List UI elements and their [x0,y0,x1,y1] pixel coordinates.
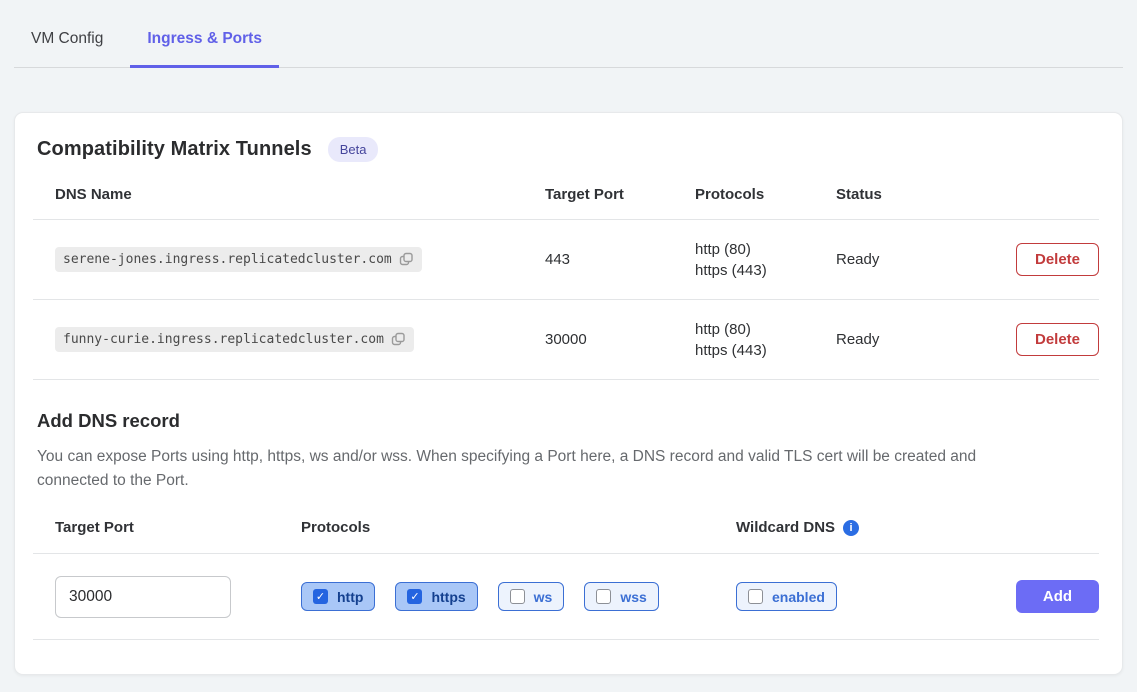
protocol-line: https (443) [695,260,836,281]
dns-name-text: serene-jones.ingress.replicatedcluster.c… [63,252,392,267]
checkbox-icon [313,589,328,604]
dns-name-text: funny-curie.ingress.replicatedcluster.co… [63,332,384,347]
dns-name-pill: funny-curie.ingress.replicatedcluster.co… [55,327,414,352]
copy-icon[interactable] [391,332,406,347]
protocol-label: https [431,589,465,605]
table-header-row: DNS Name Target Port Protocols Status [33,178,1099,220]
cell-target-port: 443 [545,251,695,268]
header-target-port: Target Port [545,186,695,203]
table-row: serene-jones.ingress.replicatedcluster.c… [33,220,1099,300]
tunnels-table: DNS Name Target Port Protocols Status se… [33,178,1099,380]
protocol-checkbox-group: http https ws wss [301,582,736,611]
checkbox-icon [596,589,611,604]
cell-protocols: http (80) https (443) [695,319,836,361]
cell-status: Ready [836,331,975,348]
tunnels-card: Compatibility Matrix Tunnels Beta DNS Na… [14,112,1123,675]
header-dns-name: DNS Name [33,186,545,203]
protocol-line: https (443) [695,340,836,361]
card-header: Compatibility Matrix Tunnels Beta [15,137,1122,162]
info-icon[interactable]: i [843,520,859,536]
protocol-checkbox-http[interactable]: http [301,582,375,611]
add-dns-form-row: http https ws wss enabled [33,554,1099,640]
form-header-row: Target Port Protocols Wildcard DNS i [33,519,1099,554]
table-row: funny-curie.ingress.replicatedcluster.co… [33,300,1099,380]
form-header-target-port: Target Port [33,519,301,536]
delete-button[interactable]: Delete [1016,243,1099,276]
add-button[interactable]: Add [1016,580,1099,613]
protocol-checkbox-https[interactable]: https [395,582,477,611]
add-dns-record-title: Add DNS record [37,410,1099,432]
tab-bar: VM Config Ingress & Ports [14,0,1123,68]
checkbox-icon [748,589,763,604]
target-port-input[interactable] [55,576,231,618]
header-protocols: Protocols [695,186,836,203]
tab-vm-config[interactable]: VM Config [14,26,120,68]
form-header-protocols: Protocols [301,519,736,536]
header-status: Status [836,186,975,203]
protocol-line: http (80) [695,239,836,260]
protocol-checkbox-ws[interactable]: ws [498,582,565,611]
protocol-label: wss [620,589,646,605]
cell-protocols: http (80) https (443) [695,239,836,281]
add-dns-record-description: You can expose Ports using http, https, … [37,445,1047,493]
wildcard-dns-checkbox[interactable]: enabled [736,582,837,611]
protocol-label: http [337,589,363,605]
protocol-line: http (80) [695,319,836,340]
card-title: Compatibility Matrix Tunnels [37,138,312,161]
checkbox-icon [407,589,422,604]
checkbox-icon [510,589,525,604]
dns-name-pill: serene-jones.ingress.replicatedcluster.c… [55,247,422,272]
cell-status: Ready [836,251,975,268]
wildcard-label: enabled [772,589,825,605]
beta-badge: Beta [328,137,379,162]
protocol-checkbox-wss[interactable]: wss [584,582,658,611]
tab-ingress-ports[interactable]: Ingress & Ports [130,26,279,68]
copy-icon[interactable] [399,252,414,267]
form-header-wildcard-dns: Wildcard DNS [736,519,835,536]
delete-button[interactable]: Delete [1016,323,1099,356]
cell-target-port: 30000 [545,331,695,348]
protocol-label: ws [534,589,553,605]
